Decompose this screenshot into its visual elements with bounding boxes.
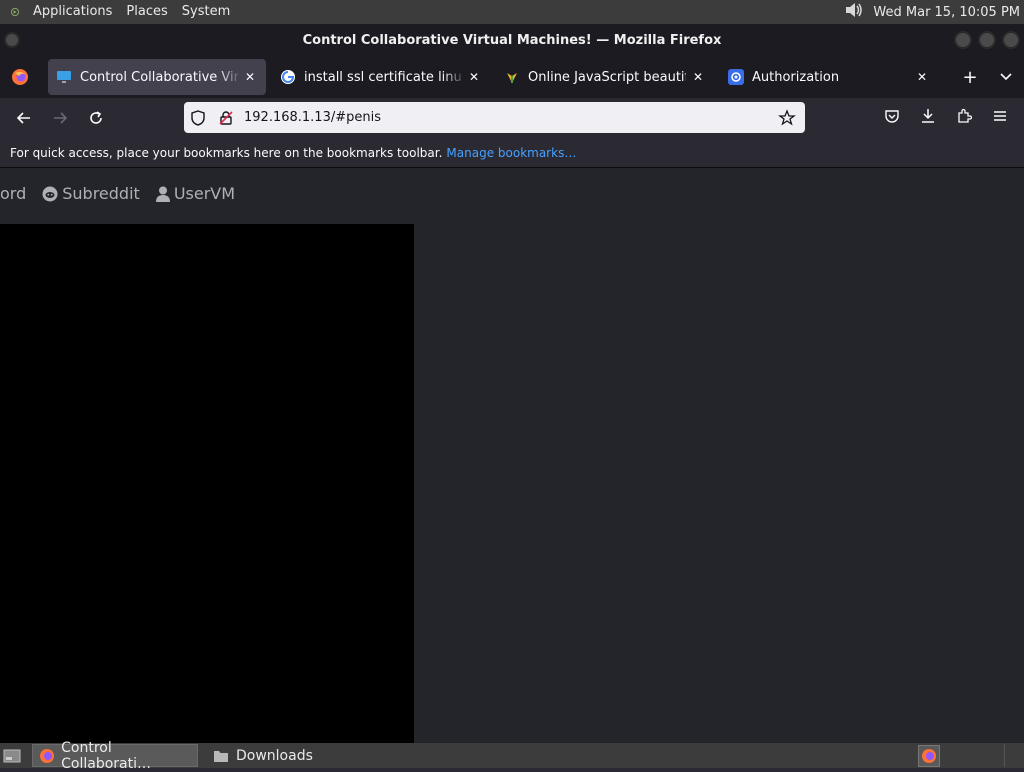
- show-desktop-icon: [3, 749, 21, 762]
- reload-button[interactable]: [78, 102, 114, 134]
- nav-item-uservm[interactable]: UserVM: [155, 184, 236, 203]
- insecure-lock-icon[interactable]: [212, 102, 240, 133]
- tab-strip: Control Collaborative Virtual Machines! …: [0, 56, 1024, 98]
- site-nav: ord Subreddit UserVM: [0, 184, 251, 203]
- user-icon: [155, 186, 170, 202]
- forward-arrow-icon: [54, 112, 68, 124]
- tab-title-fade: [218, 59, 242, 95]
- nav-item-discord[interactable]: ord: [0, 184, 26, 203]
- show-desktop-button[interactable]: [0, 743, 24, 768]
- tab-title: Control Collaborative Virtual Machines!: [80, 69, 238, 85]
- minimize-button[interactable]: [954, 31, 972, 49]
- reddit-icon: [42, 186, 58, 202]
- tab-control-vm[interactable]: Control Collaborative Virtual Machines! …: [48, 59, 266, 95]
- shield-icon[interactable]: [184, 102, 212, 133]
- panel-tray: Wed Mar 15, 10:05 PM: [843, 0, 1024, 24]
- tab-js-beautifier[interactable]: Online JavaScript beautifier ✕: [496, 59, 714, 95]
- tab-authorization[interactable]: Authorization ✕: [720, 59, 938, 95]
- bookmarks-prompt: For quick access, place your bookmarks h…: [10, 145, 443, 160]
- toolbar-actions: [874, 100, 1018, 132]
- workspace-tray: [918, 744, 1024, 767]
- navigation-toolbar: 192.168.1.13/#penis: [0, 98, 1024, 138]
- puzzle-icon: [958, 108, 972, 123]
- bottom-panel: Control Collaborati… Downloads: [0, 740, 1024, 772]
- url-text[interactable]: 192.168.1.13/#penis: [240, 110, 773, 125]
- firefox-view-button[interactable]: [0, 56, 40, 98]
- maximize-button[interactable]: [978, 31, 996, 49]
- tab-title: Authorization: [752, 69, 840, 85]
- new-tab-plus-icon[interactable]: +: [952, 59, 988, 95]
- window-menu-icon[interactable]: [4, 32, 20, 48]
- panel-menu-bar: Applications Places System: [0, 0, 237, 24]
- taskbar-item-firefox[interactable]: Control Collaborati…: [32, 740, 198, 772]
- downloads-button[interactable]: [910, 100, 946, 132]
- google-icon: [280, 69, 296, 85]
- at-sign-icon: [728, 69, 744, 85]
- nav-label: ord: [0, 184, 27, 203]
- volume-icon[interactable]: [843, 0, 865, 24]
- close-tab-icon[interactable]: ✕: [242, 69, 258, 85]
- applications-menu[interactable]: Applications: [26, 0, 119, 24]
- close-tab-icon[interactable]: ✕: [466, 69, 482, 85]
- close-window-button[interactable]: [1002, 31, 1020, 49]
- firefox-icon: [12, 69, 28, 85]
- extensions-button[interactable]: [946, 100, 982, 132]
- tab-title: Online JavaScript beautifier: [528, 69, 686, 85]
- workspace-switcher[interactable]: [1004, 744, 1024, 767]
- manage-bookmarks-link[interactable]: Manage bookmarks…: [446, 146, 576, 160]
- vm-screen-display[interactable]: [0, 224, 414, 743]
- pocket-button[interactable]: [874, 100, 910, 132]
- download-icon: [922, 109, 934, 123]
- back-button[interactable]: [6, 102, 42, 134]
- system-menu[interactable]: System: [175, 0, 237, 24]
- clock[interactable]: Wed Mar 15, 10:05 PM: [873, 5, 1020, 20]
- tab-google-search[interactable]: install ssl certificate linux - Google S…: [272, 59, 490, 95]
- task-label: Downloads: [236, 747, 313, 764]
- places-menu[interactable]: Places: [119, 0, 174, 24]
- task-label: Control Collaborati…: [61, 739, 151, 772]
- bookmark-star-icon[interactable]: [773, 102, 801, 133]
- pocket-icon: [885, 110, 899, 123]
- list-all-tabs-chevron-icon[interactable]: [988, 59, 1024, 95]
- tab-strip-actions: +: [952, 59, 1024, 95]
- close-tab-icon[interactable]: ✕: [914, 69, 930, 85]
- hamburger-menu-icon: [994, 111, 1006, 121]
- beautifier-icon: [504, 69, 520, 85]
- folder-icon: [212, 747, 230, 765]
- tab-title: install ssl certificate linux - Google S…: [304, 69, 462, 85]
- top-panel: Applications Places System Wed Mar 15, 1…: [0, 0, 1024, 24]
- page-content: ord Subreddit UserVM: [0, 168, 1024, 743]
- back-arrow-icon: [16, 112, 30, 124]
- tab-title-fade: [442, 59, 466, 95]
- nav-item-subreddit[interactable]: Subreddit: [42, 184, 140, 203]
- window-title: Control Collaborative Virtual Machines! …: [302, 32, 722, 48]
- forward-button[interactable]: [42, 102, 78, 134]
- firefox-icon: [39, 747, 55, 765]
- workspace-firefox-icon[interactable]: [918, 744, 940, 767]
- reload-icon: [90, 111, 102, 124]
- nav-label: Subreddit: [62, 184, 140, 203]
- window-controls: [954, 31, 1020, 49]
- close-tab-icon[interactable]: ✕: [690, 69, 706, 85]
- distro-logo-icon[interactable]: [4, 1, 26, 23]
- bookmarks-toolbar: For quick access, place your bookmarks h…: [0, 138, 1024, 168]
- monitor-icon: [56, 69, 72, 85]
- taskbar-item-downloads[interactable]: Downloads: [206, 744, 319, 767]
- nav-label: UserVM: [173, 184, 236, 203]
- window-titlebar[interactable]: Control Collaborative Virtual Machines! …: [0, 24, 1024, 56]
- app-menu-button[interactable]: [982, 100, 1018, 132]
- url-bar[interactable]: 192.168.1.13/#penis: [184, 102, 805, 133]
